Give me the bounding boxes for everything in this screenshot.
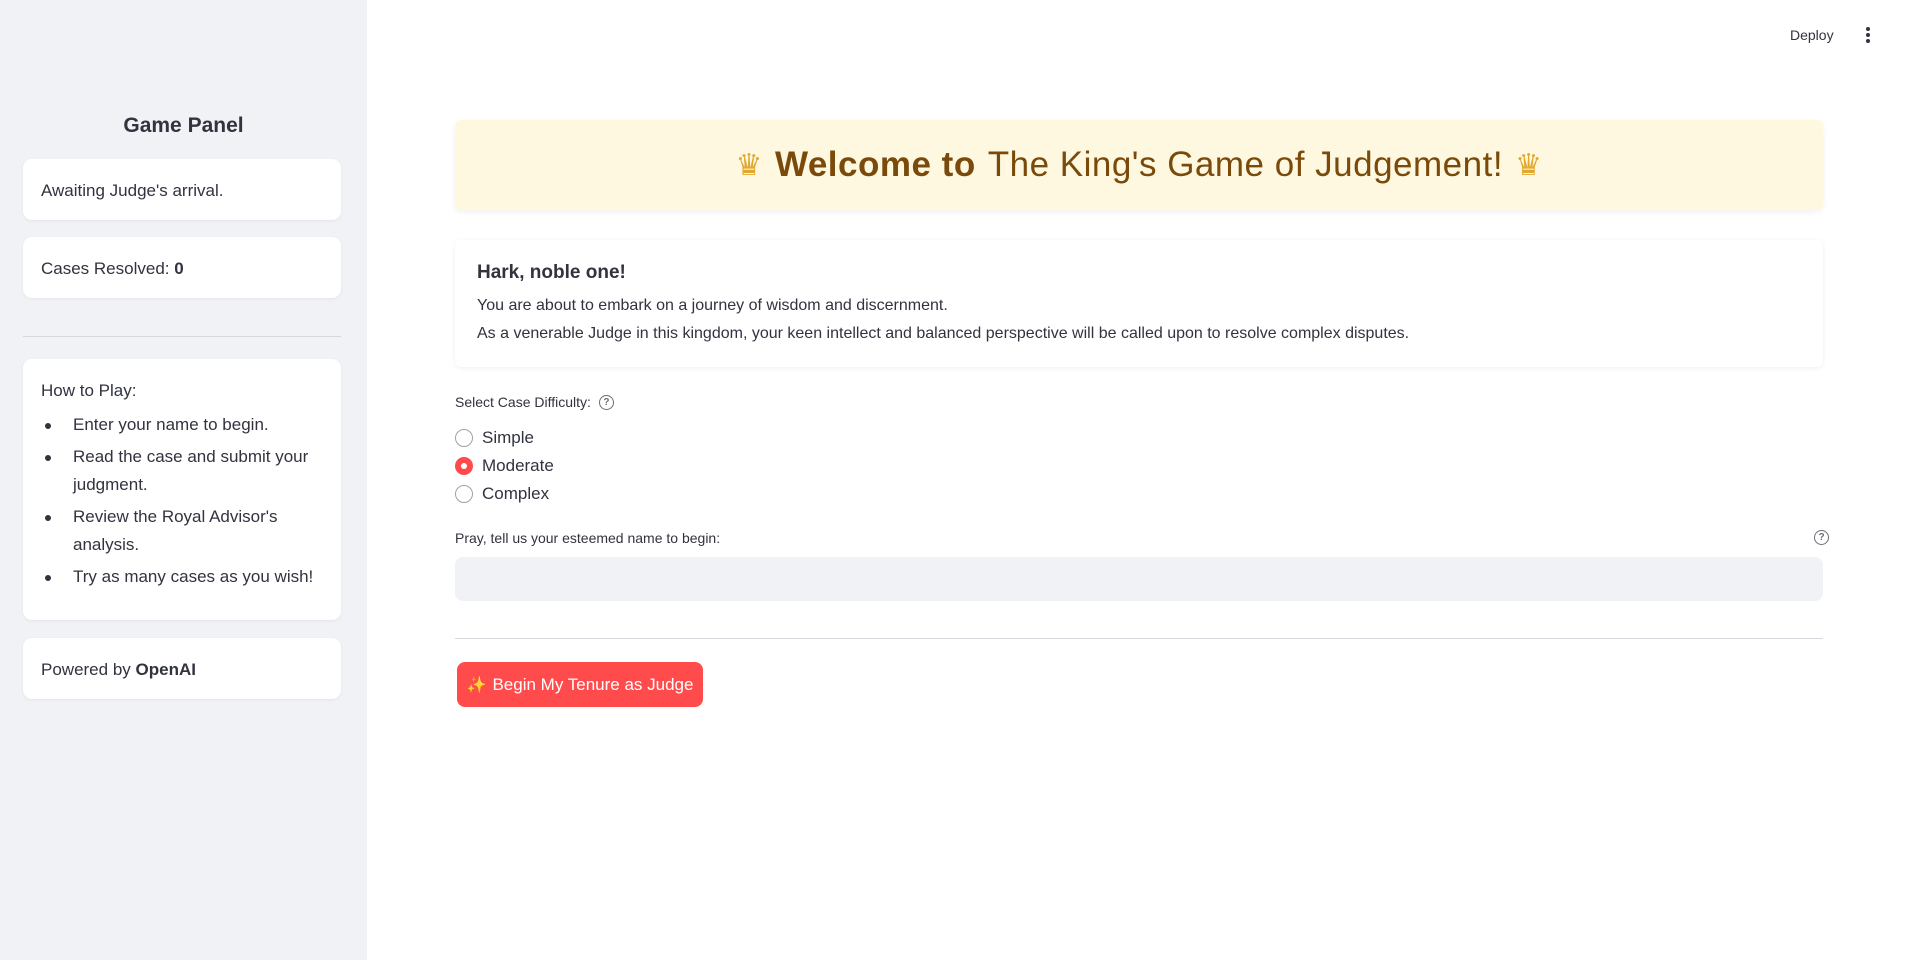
intro-line-1: You are about to embark on a journey of … bbox=[477, 297, 948, 314]
kebab-menu-icon[interactable] bbox=[1862, 27, 1874, 45]
bullet-icon bbox=[45, 423, 51, 429]
main-divider bbox=[455, 638, 1823, 639]
radio-label: Moderate bbox=[482, 456, 554, 475]
sidebar-divider bbox=[23, 336, 341, 337]
how-to-play-list: Enter your name to begin. Read the case … bbox=[41, 411, 323, 591]
name-input[interactable] bbox=[455, 557, 1823, 601]
how-to-play-card: How to Play: Enter your name to begin. R… bbox=[23, 359, 341, 620]
status-card: Awaiting Judge's arrival. bbox=[23, 159, 341, 220]
radio-circle-icon[interactable] bbox=[455, 429, 473, 447]
status-text: Awaiting Judge's arrival. bbox=[41, 181, 224, 200]
list-item: Enter your name to begin. bbox=[41, 411, 323, 439]
sparkles-icon: ✨ bbox=[466, 676, 487, 694]
radio-circle-icon[interactable] bbox=[455, 485, 473, 503]
app-root: Game Panel Awaiting Judge's arrival. Cas… bbox=[0, 0, 1905, 960]
intro-card: Hark, noble one! You are about to embark… bbox=[455, 240, 1823, 367]
welcome-banner: ♛ Welcome to The King's Game of Judgemen… bbox=[455, 120, 1823, 210]
sidebar-title: Game Panel bbox=[123, 114, 244, 137]
crown-icon: ♛ bbox=[735, 148, 763, 182]
difficulty-label: Select Case Difficulty: ? bbox=[455, 394, 614, 410]
radio-label: Complex bbox=[482, 484, 550, 503]
intro-heading: Hark, noble one! bbox=[477, 262, 626, 283]
banner-heading: ♛ Welcome to The King's Game of Judgemen… bbox=[736, 145, 1543, 185]
banner-prefix: Welcome to bbox=[774, 145, 976, 184]
powered-by-card: Powered by OpenAI bbox=[23, 638, 341, 699]
list-item: Try as many cases as you wish! bbox=[41, 563, 323, 591]
powered-by-label: Powered by bbox=[41, 660, 131, 679]
cases-resolved-label: Cases Resolved: bbox=[41, 259, 170, 278]
intro-line-2: As a venerable Judge in this kingdom, yo… bbox=[477, 325, 1410, 342]
help-icon[interactable]: ? bbox=[1814, 530, 1829, 545]
radio-circle-selected-icon[interactable] bbox=[455, 457, 473, 475]
bullet-icon bbox=[45, 455, 51, 461]
powered-by-brand: OpenAI bbox=[135, 660, 196, 679]
bullet-icon bbox=[45, 575, 51, 581]
deploy-button[interactable]: Deploy bbox=[1790, 27, 1834, 43]
radio-moderate[interactable]: Moderate bbox=[455, 452, 554, 480]
radio-simple[interactable]: Simple bbox=[455, 424, 554, 452]
cases-resolved-card: Cases Resolved: 0 bbox=[23, 237, 341, 298]
list-item: Read the case and submit your judgment. bbox=[41, 443, 323, 499]
cases-resolved-count: 0 bbox=[174, 259, 184, 278]
crown-icon: ♛ bbox=[1515, 148, 1543, 182]
banner-title: The King's Game of Judgement! bbox=[987, 145, 1504, 184]
begin-button-label: Begin My Tenure as Judge bbox=[492, 674, 694, 694]
bullet-icon bbox=[45, 515, 51, 521]
how-to-play-title: How to Play: bbox=[41, 381, 137, 400]
begin-tenure-button[interactable]: ✨ Begin My Tenure as Judge bbox=[457, 662, 703, 707]
radio-complex[interactable]: Complex bbox=[455, 480, 554, 508]
list-item: Review the Royal Advisor's analysis. bbox=[41, 503, 323, 559]
radio-label: Simple bbox=[482, 428, 534, 447]
help-icon[interactable]: ? bbox=[598, 394, 614, 410]
difficulty-radio-group: Simple Moderate Complex bbox=[455, 424, 554, 508]
name-field-label: Pray, tell us your esteemed name to begi… bbox=[455, 530, 721, 546]
sidebar: Game Panel Awaiting Judge's arrival. Cas… bbox=[0, 0, 367, 960]
